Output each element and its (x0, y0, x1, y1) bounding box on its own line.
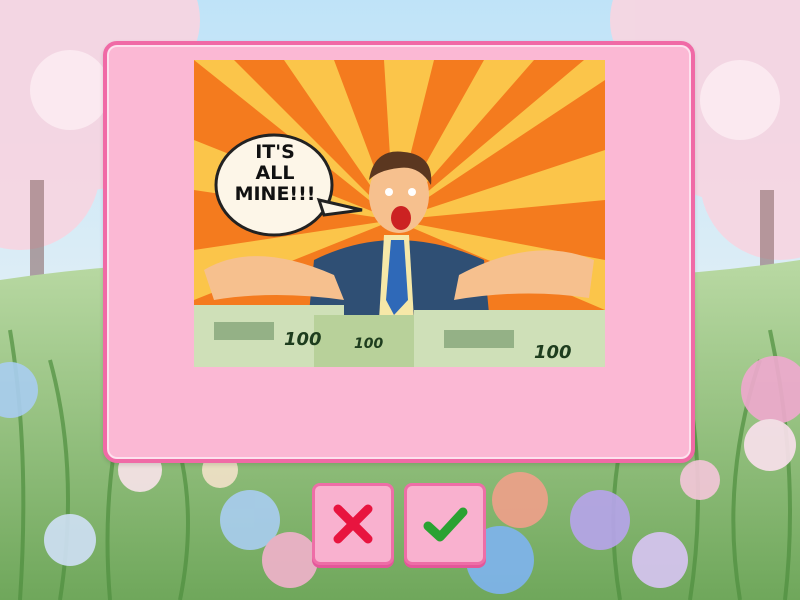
question-image: 100 100 100 IT'S ALL MINE!!! (194, 60, 605, 367)
svg-text:100: 100 (534, 342, 572, 363)
speech-bubble-text: IT'S ALL MINE!!! (234, 141, 316, 205)
wrong-button[interactable] (312, 483, 394, 565)
cross-icon (333, 504, 373, 544)
svg-text:100: 100 (284, 329, 322, 350)
svg-text:100: 100 (354, 336, 383, 352)
check-icon (423, 507, 468, 542)
correct-button[interactable] (404, 483, 486, 565)
